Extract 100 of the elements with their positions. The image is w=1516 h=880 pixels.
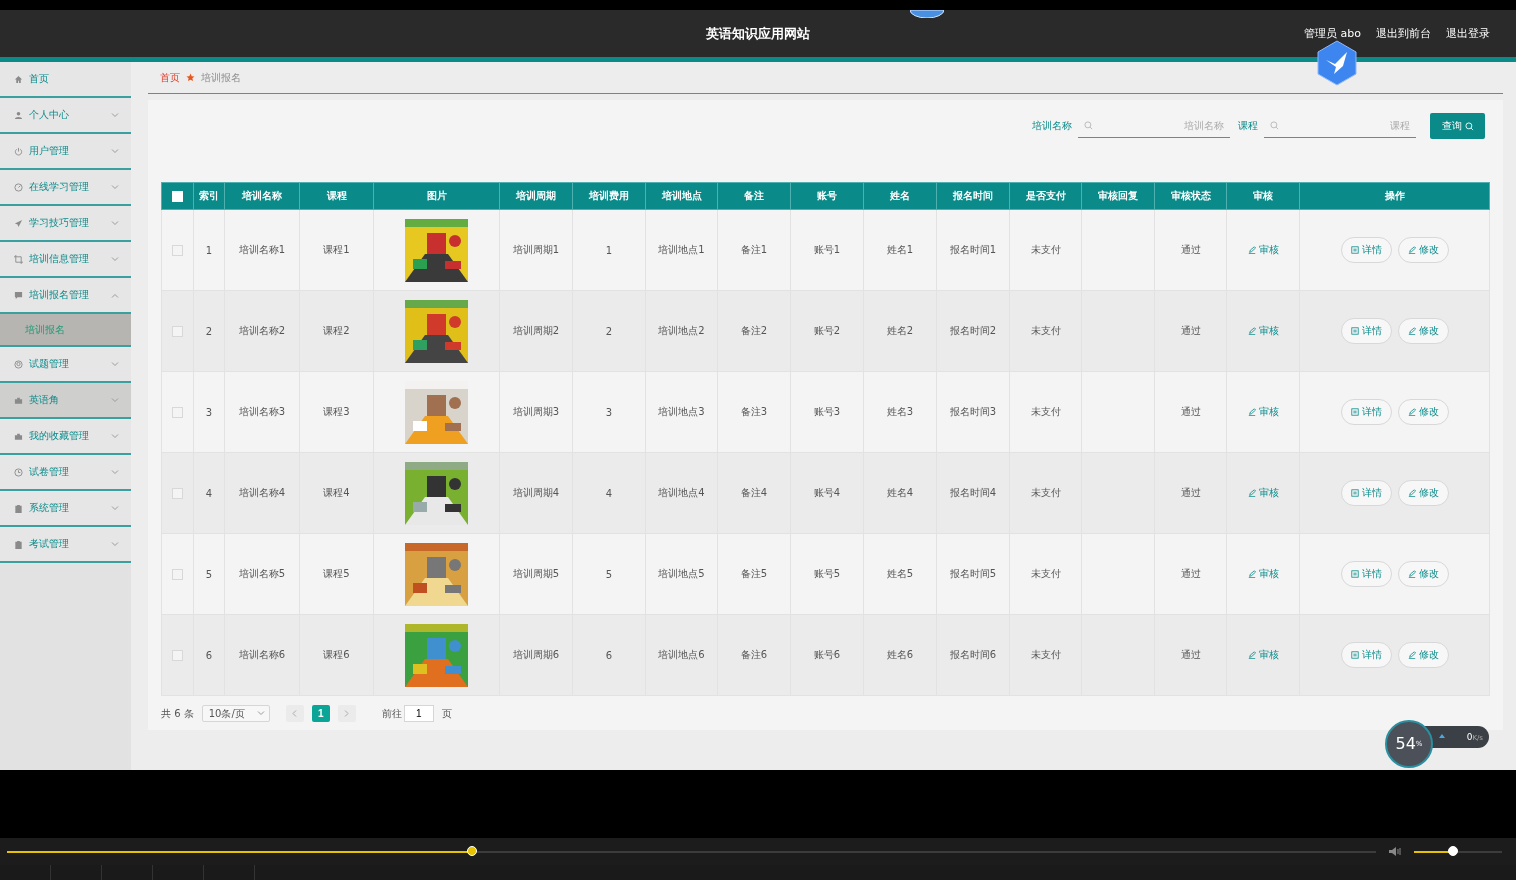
breadcrumb-link[interactable]: 首页 xyxy=(160,70,180,85)
table-cell: 培训地点6 xyxy=(658,649,705,660)
edit-button[interactable]: 修改 xyxy=(1397,480,1449,506)
table-cell: 报名时间5 xyxy=(949,568,997,579)
table-cell: 3 xyxy=(205,406,213,418)
pen-icon xyxy=(1407,327,1416,335)
sidebar-item[interactable]: 试卷管理 xyxy=(0,455,131,491)
sidebar-item[interactable]: 试题管理 xyxy=(0,347,131,383)
sidebar-item[interactable]: 个人中心 xyxy=(0,98,131,134)
edit-button[interactable]: 修改 xyxy=(1397,399,1449,425)
chevron-right-icon xyxy=(344,710,350,717)
table-cell: 培训地点5 xyxy=(658,568,705,579)
sidebar-item[interactable]: 英语角 xyxy=(0,383,131,419)
search-field[interactable]: 课程 xyxy=(1264,114,1416,138)
table-cell: 培训名称6 xyxy=(238,649,286,660)
edit-button[interactable]: 修改 xyxy=(1397,318,1449,344)
chevron-up-icon xyxy=(111,292,119,298)
volume-thumb[interactable] xyxy=(1447,845,1458,856)
row-checkbox[interactable] xyxy=(172,244,183,256)
chevron-left-icon xyxy=(292,710,298,717)
table-cell: 3 xyxy=(605,406,613,418)
column-header: 账号 xyxy=(790,182,864,210)
table-cell: 培训周期4 xyxy=(512,487,560,498)
sidebar-item[interactable]: 我的收藏管理 xyxy=(0,419,131,455)
next-page-button[interactable] xyxy=(337,705,356,722)
sidebar-item[interactable]: 用户管理 xyxy=(0,134,131,170)
header-link[interactable]: 管理员 abo xyxy=(1304,26,1361,41)
row-checkbox[interactable] xyxy=(172,406,183,418)
home-icon xyxy=(14,74,23,84)
breadcrumb-link[interactable]: 培训报名 xyxy=(201,70,241,85)
select-all-checkbox[interactable] xyxy=(172,190,183,202)
sidebar-item[interactable]: 学习技巧管理 xyxy=(0,206,131,242)
table-cell: 账号1 xyxy=(813,244,841,255)
details-button[interactable]: 详情 xyxy=(1340,399,1392,425)
table-cell: 培训地点2 xyxy=(658,325,705,336)
sidebar-item[interactable]: 在线学习管理 xyxy=(0,170,131,206)
chevron-down-icon xyxy=(111,505,119,511)
table-cell: 报名时间1 xyxy=(949,244,997,255)
sidebar-item[interactable]: 培训报名管理 xyxy=(0,278,131,314)
header-link[interactable]: 退出登录 xyxy=(1446,26,1490,41)
sidebar-item[interactable]: 系统管理 xyxy=(0,491,131,527)
pen-icon xyxy=(1247,246,1256,254)
row-checkbox[interactable] xyxy=(172,649,183,661)
document-icon xyxy=(1350,327,1359,335)
table-cell: 培训周期2 xyxy=(512,325,560,336)
header-link[interactable]: 退出到前台 xyxy=(1376,26,1431,41)
power-icon xyxy=(14,146,23,156)
row-checkbox[interactable] xyxy=(172,325,183,337)
page-button[interactable]: 1 xyxy=(311,705,330,722)
column-header: 课程 xyxy=(299,182,374,210)
table-cell: 账号6 xyxy=(813,649,841,660)
prev-page-button[interactable] xyxy=(285,705,304,722)
review-link[interactable]: 审核 xyxy=(1247,243,1279,257)
search-button[interactable]: 查询 xyxy=(1430,113,1485,139)
crop-icon xyxy=(14,254,23,264)
table-cell: 备注4 xyxy=(740,487,768,498)
document-icon xyxy=(1350,246,1359,254)
details-button[interactable]: 详情 xyxy=(1340,561,1392,587)
page-size-select[interactable]: 10条/页 xyxy=(201,705,270,722)
edit-button[interactable]: 修改 xyxy=(1397,642,1449,668)
details-button[interactable]: 详情 xyxy=(1340,318,1392,344)
search-field[interactable]: 培训名称 xyxy=(1078,114,1230,138)
table-cell: 账号4 xyxy=(813,487,841,498)
review-link[interactable]: 审核 xyxy=(1247,486,1279,500)
edit-button[interactable]: 修改 xyxy=(1397,237,1449,263)
table-cell: 4 xyxy=(205,487,213,499)
speaker-icon[interactable] xyxy=(1388,846,1402,857)
row-checkbox[interactable] xyxy=(172,568,183,580)
review-link[interactable]: 审核 xyxy=(1247,567,1279,581)
pen-icon xyxy=(1247,570,1256,578)
briefcase-icon xyxy=(14,431,23,441)
review-link[interactable]: 审核 xyxy=(1247,648,1279,662)
table-cell: 6 xyxy=(205,649,213,661)
bird-icon[interactable] xyxy=(1316,40,1358,86)
column-header: 是否支付 xyxy=(1009,182,1082,210)
row-checkbox[interactable] xyxy=(172,487,183,499)
details-button[interactable]: 详情 xyxy=(1340,480,1392,506)
table-cell: 培训周期5 xyxy=(512,568,560,579)
table-cell: 未支付 xyxy=(1030,244,1061,255)
chevron-down-icon xyxy=(256,711,265,716)
table-cell: 备注1 xyxy=(740,244,768,255)
details-button[interactable]: 详情 xyxy=(1340,237,1392,263)
page-input[interactable]: 1 xyxy=(403,705,434,722)
details-button[interactable]: 详情 xyxy=(1340,642,1392,668)
sidebar-item[interactable]: 考试管理 xyxy=(0,527,131,563)
sidebar-item[interactable]: 培训信息管理 xyxy=(0,242,131,278)
table-cell: 1 xyxy=(605,244,613,256)
table-cell: 未支付 xyxy=(1030,568,1061,579)
review-link[interactable]: 审核 xyxy=(1247,405,1279,419)
table-cell: 姓名6 xyxy=(886,649,914,660)
field-label: 培训名称 xyxy=(1032,119,1072,133)
table-cell: 未支付 xyxy=(1030,649,1061,660)
review-link[interactable]: 审核 xyxy=(1247,324,1279,338)
table-cell: 课程5 xyxy=(323,568,350,579)
edit-button[interactable]: 修改 xyxy=(1397,561,1449,587)
progress-thumb[interactable] xyxy=(467,845,478,856)
table-cell: 姓名3 xyxy=(886,406,914,417)
sidebar-item[interactable]: 首页 xyxy=(0,62,131,98)
chevron-down-icon xyxy=(111,541,119,547)
table-cell: 培训名称2 xyxy=(238,325,286,336)
